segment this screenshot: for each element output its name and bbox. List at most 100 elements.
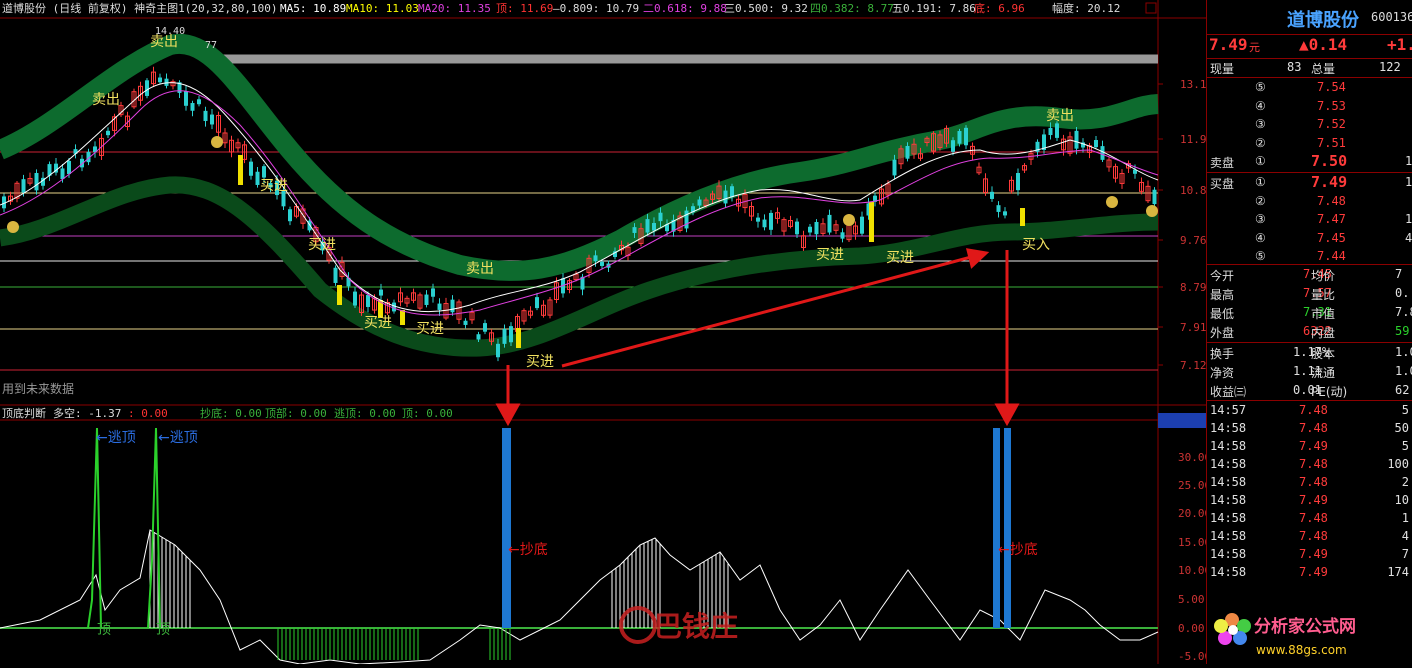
candle xyxy=(840,232,845,239)
bid-price: 7.49 xyxy=(1311,173,1348,191)
tick-volume: 1 xyxy=(1401,511,1409,525)
chart-area[interactable]: 13.13 11.93 10.85 9.76 8.79 7.91 7.12 卖出 卖出 卖出… xyxy=(0,0,1412,665)
candle xyxy=(60,168,65,180)
bottom-label: ←抄底 xyxy=(508,542,548,558)
tick-volume: 5 xyxy=(1401,403,1409,417)
tick-time: 14:58 xyxy=(1210,493,1247,507)
candle xyxy=(437,303,442,310)
price-tick: 11.93 xyxy=(1180,133,1206,146)
candle xyxy=(990,191,994,199)
signal-candle xyxy=(400,310,405,325)
tick-time: 14:58 xyxy=(1210,511,1247,525)
stat-label: 量比 xyxy=(1311,288,1336,302)
candle xyxy=(905,145,910,159)
price-tick: 9.76 xyxy=(1180,234,1206,247)
tick-price: 7.49 xyxy=(1299,547,1328,561)
ask-price: 7.52 xyxy=(1317,117,1346,131)
candle xyxy=(145,80,149,96)
candle xyxy=(996,205,1001,212)
tick-price: 7.48 xyxy=(1299,403,1328,417)
stat-value: 7.8 xyxy=(1395,305,1412,319)
tick-price: 7.49 xyxy=(1299,493,1328,507)
volume-label: 现量 xyxy=(1210,62,1235,76)
bid-level: ③ xyxy=(1255,212,1266,226)
price-unit: 元 xyxy=(1249,41,1260,54)
candle xyxy=(1100,146,1105,160)
duokong-value: 多空: -1.37 xyxy=(53,406,121,420)
bid-volume: 4 xyxy=(1405,230,1412,245)
stat-label: PE(动) xyxy=(1311,385,1348,399)
fib-value: 四0.382: 8.77 xyxy=(810,2,894,15)
ask-price: 7.54 xyxy=(1317,80,1346,94)
stat-value: 1.0 xyxy=(1395,345,1412,359)
tick-volume: 50 xyxy=(1394,421,1409,435)
bid-price: 7.48 xyxy=(1317,193,1346,208)
candle xyxy=(860,216,864,234)
tick-price: 7.48 xyxy=(1299,529,1328,543)
candle xyxy=(1016,173,1020,191)
quote-panel: 道博股份 600136 7.49 元 ▲0.14 +1. 现量 83 总量 12… xyxy=(1206,0,1412,664)
tick-time: 14:58 xyxy=(1210,457,1247,471)
tick-time: 14:58 xyxy=(1210,475,1247,489)
bottom-label: ←抄底 xyxy=(998,542,1038,558)
stat-value: 0. xyxy=(1395,286,1410,300)
indicator-tick: 30.00 xyxy=(1178,451,1206,464)
indicator-tick: 0.00 xyxy=(1178,622,1205,635)
tick-price: 7.48 xyxy=(1299,475,1328,489)
stat-label: 流通 xyxy=(1311,366,1336,380)
stat-value: 62 xyxy=(1395,383,1410,397)
stat-label: 股本 xyxy=(1311,347,1336,361)
total-label: 总量 xyxy=(1311,62,1336,76)
candle xyxy=(210,114,214,125)
candle xyxy=(184,91,188,106)
candle xyxy=(684,210,689,229)
bid-level: ① xyxy=(1255,175,1266,189)
candle xyxy=(1094,140,1098,148)
price-change: ▲0.14 xyxy=(1299,35,1348,54)
kline-chart[interactable]: 13.13 11.93 10.85 9.76 8.79 7.91 7.12 卖出 卖出 卖出… xyxy=(0,0,1213,665)
indicator-tick: 15.00 xyxy=(1178,536,1206,549)
candle xyxy=(34,173,39,191)
candle xyxy=(431,288,435,297)
taoding-value: 逃顶: 0.00 xyxy=(334,407,396,420)
chart-title: 道博股份 (日线 前复权) 神奇主图1(20,32,80,100) xyxy=(2,1,277,15)
peak-label: 14.40 xyxy=(155,26,185,37)
price-tick: 10.85 xyxy=(1180,184,1206,197)
candle xyxy=(600,261,604,266)
tick-time: 14:58 xyxy=(1210,421,1247,435)
price-tick: 7.12 xyxy=(1180,359,1206,372)
price-pct: +1. xyxy=(1387,35,1412,54)
candle xyxy=(808,226,812,233)
candle xyxy=(1048,127,1053,136)
tick-time: 14:58 xyxy=(1210,565,1247,579)
candle xyxy=(951,140,955,152)
candle xyxy=(366,295,370,307)
candle xyxy=(262,166,266,178)
candle xyxy=(424,294,429,305)
buy-signal: 买进 xyxy=(364,315,392,331)
future-data-note: 用到未来数据 xyxy=(2,381,74,396)
axis-value-box xyxy=(1158,413,1206,428)
stat-label: 内盘 xyxy=(1311,326,1336,340)
price-tick: 13.13 xyxy=(1180,78,1206,91)
candle xyxy=(392,302,396,312)
stat-value: 1.0 xyxy=(1395,364,1412,378)
fib-value: 五0.191: 7.86 xyxy=(892,2,976,15)
candle xyxy=(158,77,162,83)
top-label: 顶 xyxy=(97,622,111,638)
bid-price: 7.45 xyxy=(1317,230,1346,245)
indicator-tick: 10.00 xyxy=(1178,564,1206,577)
stat-label: 市值 xyxy=(1311,307,1336,321)
candle xyxy=(814,221,819,235)
indicator-title: 顶底判断 xyxy=(2,406,46,420)
signal-candle xyxy=(238,155,243,185)
tick-time: 14:57 xyxy=(1210,403,1247,417)
stat-label: 今开 xyxy=(1210,269,1235,283)
candle xyxy=(67,160,71,175)
indicator-tick: 20.00 xyxy=(1178,507,1206,520)
tick-time: 14:58 xyxy=(1210,439,1247,453)
tick-time: 14:58 xyxy=(1210,547,1247,561)
ask-level: ⑤ xyxy=(1255,80,1266,94)
bid-price: 7.47 xyxy=(1317,212,1346,226)
peak-label: 77 xyxy=(205,40,217,51)
